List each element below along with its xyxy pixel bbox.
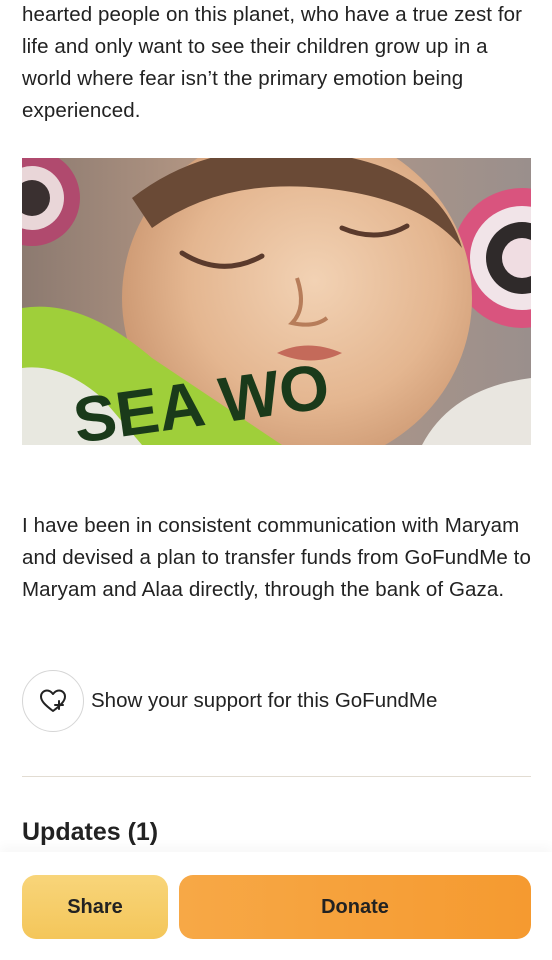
story-paragraph: I have been in consistent communication …	[22, 514, 531, 601]
section-divider	[22, 776, 531, 777]
story-paragraph: hearted people on this planet, who have …	[22, 3, 523, 122]
donate-button[interactable]: Donate	[179, 875, 531, 939]
updates-heading: Updates (1)	[22, 818, 159, 846]
action-bar: Share Donate	[0, 852, 552, 960]
share-button[interactable]: Share	[22, 875, 168, 939]
campaign-page: hearted people on this planet, who have …	[0, 0, 552, 960]
heart-plus-icon[interactable]	[22, 670, 84, 732]
sleeping-child-image: SEA WO	[22, 158, 531, 445]
show-support-button[interactable]: Show your support for this GoFundMe	[22, 670, 437, 732]
story-photo[interactable]: SEA WO	[22, 158, 531, 445]
show-support-label: Show your support for this GoFundMe	[91, 689, 438, 712]
